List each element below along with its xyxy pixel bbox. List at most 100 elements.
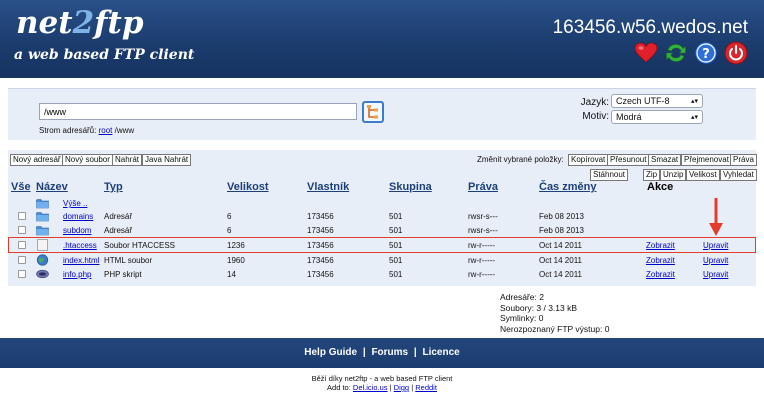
refresh-icon[interactable] (664, 41, 688, 65)
chmod-button[interactable]: Práva (730, 154, 757, 166)
file-modified: Feb 08 2013 (539, 212, 584, 221)
download-button[interactable]: Stáhnout (590, 169, 629, 181)
file-permissions: rwsr-s--- (468, 212, 498, 221)
credits: Běží díky net2ftp - a web based FTP clie… (0, 374, 764, 392)
header-type[interactable]: Typ (104, 181, 123, 193)
go-directory-button[interactable] (362, 101, 384, 123)
directory-tree: Strom adresářů: root /www (39, 126, 135, 135)
folder-up-icon (36, 199, 49, 209)
help-guide-link[interactable]: Help Guide (304, 347, 357, 358)
language-select[interactable]: Czech UTF-8 ▴▾ (611, 94, 703, 108)
up-link[interactable]: Výše .. (63, 197, 87, 210)
folder-tree-icon (367, 105, 378, 119)
delete-button[interactable]: Smazat (648, 154, 682, 166)
row-checkbox[interactable] (18, 212, 26, 220)
power-icon[interactable] (724, 41, 748, 65)
file-name-link[interactable]: subdom (63, 224, 91, 237)
folder-icon (36, 212, 49, 222)
skin-select[interactable]: Modrá ▴▾ (611, 110, 703, 124)
file-type: Adresář (104, 212, 133, 221)
view-link[interactable]: Zobrazit (646, 254, 675, 267)
row-checkbox[interactable] (18, 256, 26, 264)
tree-root-link[interactable]: root (99, 126, 113, 135)
rename-button[interactable]: Přejmenovat (681, 154, 732, 166)
powered-by: Běží díky net2ftp - a web based FTP clie… (311, 374, 453, 383)
html-file-icon (36, 254, 49, 266)
footer-bar: Help Guide | Forums | Licence (0, 338, 764, 368)
file-owner: 173456 (307, 256, 334, 265)
file-group: 501 (389, 270, 403, 279)
view-link[interactable]: Zobrazit (646, 268, 675, 281)
digg-link[interactable]: Digg (394, 383, 409, 392)
red-arrow-icon (709, 198, 723, 236)
forums-link[interactable]: Forums (371, 347, 408, 358)
file-type: Adresář (104, 226, 133, 235)
file-modified: Oct 14 2011 (539, 270, 582, 279)
new-directory-button[interactable]: Nový adresář (10, 154, 64, 166)
file-permissions: rw-r----- (468, 270, 496, 279)
logo: net2ftp (16, 5, 144, 41)
file-owner: 173456 (307, 226, 334, 235)
move-button[interactable]: Přesunout (607, 154, 650, 166)
stat-directories: Adresáře: 2 (500, 292, 544, 302)
select-arrows-icon: ▴▾ (690, 98, 698, 105)
table-row: domains Adresář 6 173456 501 rwsr-s--- F… (8, 210, 756, 223)
file-group: 501 (389, 212, 403, 221)
header-actions: Akce (647, 181, 674, 193)
java-upload-button[interactable]: Java Nahrát (142, 154, 192, 166)
reddit-link[interactable]: Reddit (415, 383, 437, 392)
file-group: 501 (389, 226, 403, 235)
delicious-link[interactable]: Del.icio.us (353, 383, 388, 392)
logo-tagline: a web based FTP client (14, 47, 195, 63)
file-group: 501 (389, 256, 403, 265)
edit-link[interactable]: Upravit (703, 254, 728, 267)
php-file-icon (36, 269, 49, 279)
license-link[interactable]: Licence (422, 347, 459, 358)
file-permissions: rw-r----- (468, 256, 496, 265)
file-owner: 173456 (307, 212, 334, 221)
heart-icon[interactable] (634, 41, 658, 65)
change-selected-label: Změnit vybrané položky: (477, 155, 564, 164)
search-button[interactable]: Vyhledat (720, 169, 757, 181)
stat-files: Soubory: 3 / 3.13 kB (500, 302, 578, 313)
header-permissions[interactable]: Práva (468, 181, 498, 193)
host-name: 163456.w56.wedos.net (552, 17, 748, 38)
file-name-link[interactable]: info.php (63, 268, 91, 281)
bookmark-line: Add to: Del.icio.us | Digg | Reddit (327, 383, 437, 392)
edit-link[interactable]: Upravit (703, 268, 728, 281)
header-group[interactable]: Skupina (389, 181, 432, 193)
upload-button[interactable]: Nahrát (112, 154, 143, 166)
file-size: 1960 (227, 256, 245, 265)
row-checkbox[interactable] (18, 270, 26, 278)
header-icons: ? (634, 41, 748, 65)
row-checkbox[interactable] (18, 226, 26, 234)
folder-icon (36, 226, 49, 236)
directory-input[interactable] (39, 103, 357, 120)
highlight-box (8, 237, 756, 253)
file-owner: 173456 (307, 270, 334, 279)
table-row-up: Výše .. (8, 197, 756, 210)
header-owner[interactable]: Vlastník (307, 181, 349, 193)
stat-unrecognized: Nerozpoznaný FTP výstup: 0 (500, 323, 610, 334)
help-icon[interactable]: ? (694, 41, 718, 65)
table-row: info.php PHP skript 14 173456 501 rw-r--… (8, 268, 756, 281)
header-select-all[interactable]: Vše (11, 181, 31, 193)
size-button[interactable]: Velikost (686, 169, 720, 181)
file-modified: Feb 08 2013 (539, 226, 584, 235)
footer-separator: | (362, 347, 366, 358)
file-permissions: rwsr-s--- (468, 226, 498, 235)
app-header: net2ftp a web based FTP client 163456.w5… (0, 0, 764, 78)
svg-text:?: ? (702, 47, 710, 62)
header-modified[interactable]: Čas změny (539, 181, 596, 193)
unzip-button[interactable]: Unzip (660, 169, 687, 181)
copy-button[interactable]: Kopírovat (568, 154, 609, 166)
zip-button[interactable]: Zip (643, 169, 661, 181)
file-size: 6 (227, 212, 232, 221)
footer-separator: | (413, 347, 417, 358)
file-name-link[interactable]: index.html (63, 254, 99, 267)
header-size[interactable]: Velikost (227, 181, 269, 193)
new-file-button[interactable]: Nový soubor (62, 154, 113, 166)
header-name[interactable]: Název (36, 181, 68, 193)
file-modified: Oct 14 2011 (539, 256, 582, 265)
file-name-link[interactable]: domains (63, 210, 93, 223)
